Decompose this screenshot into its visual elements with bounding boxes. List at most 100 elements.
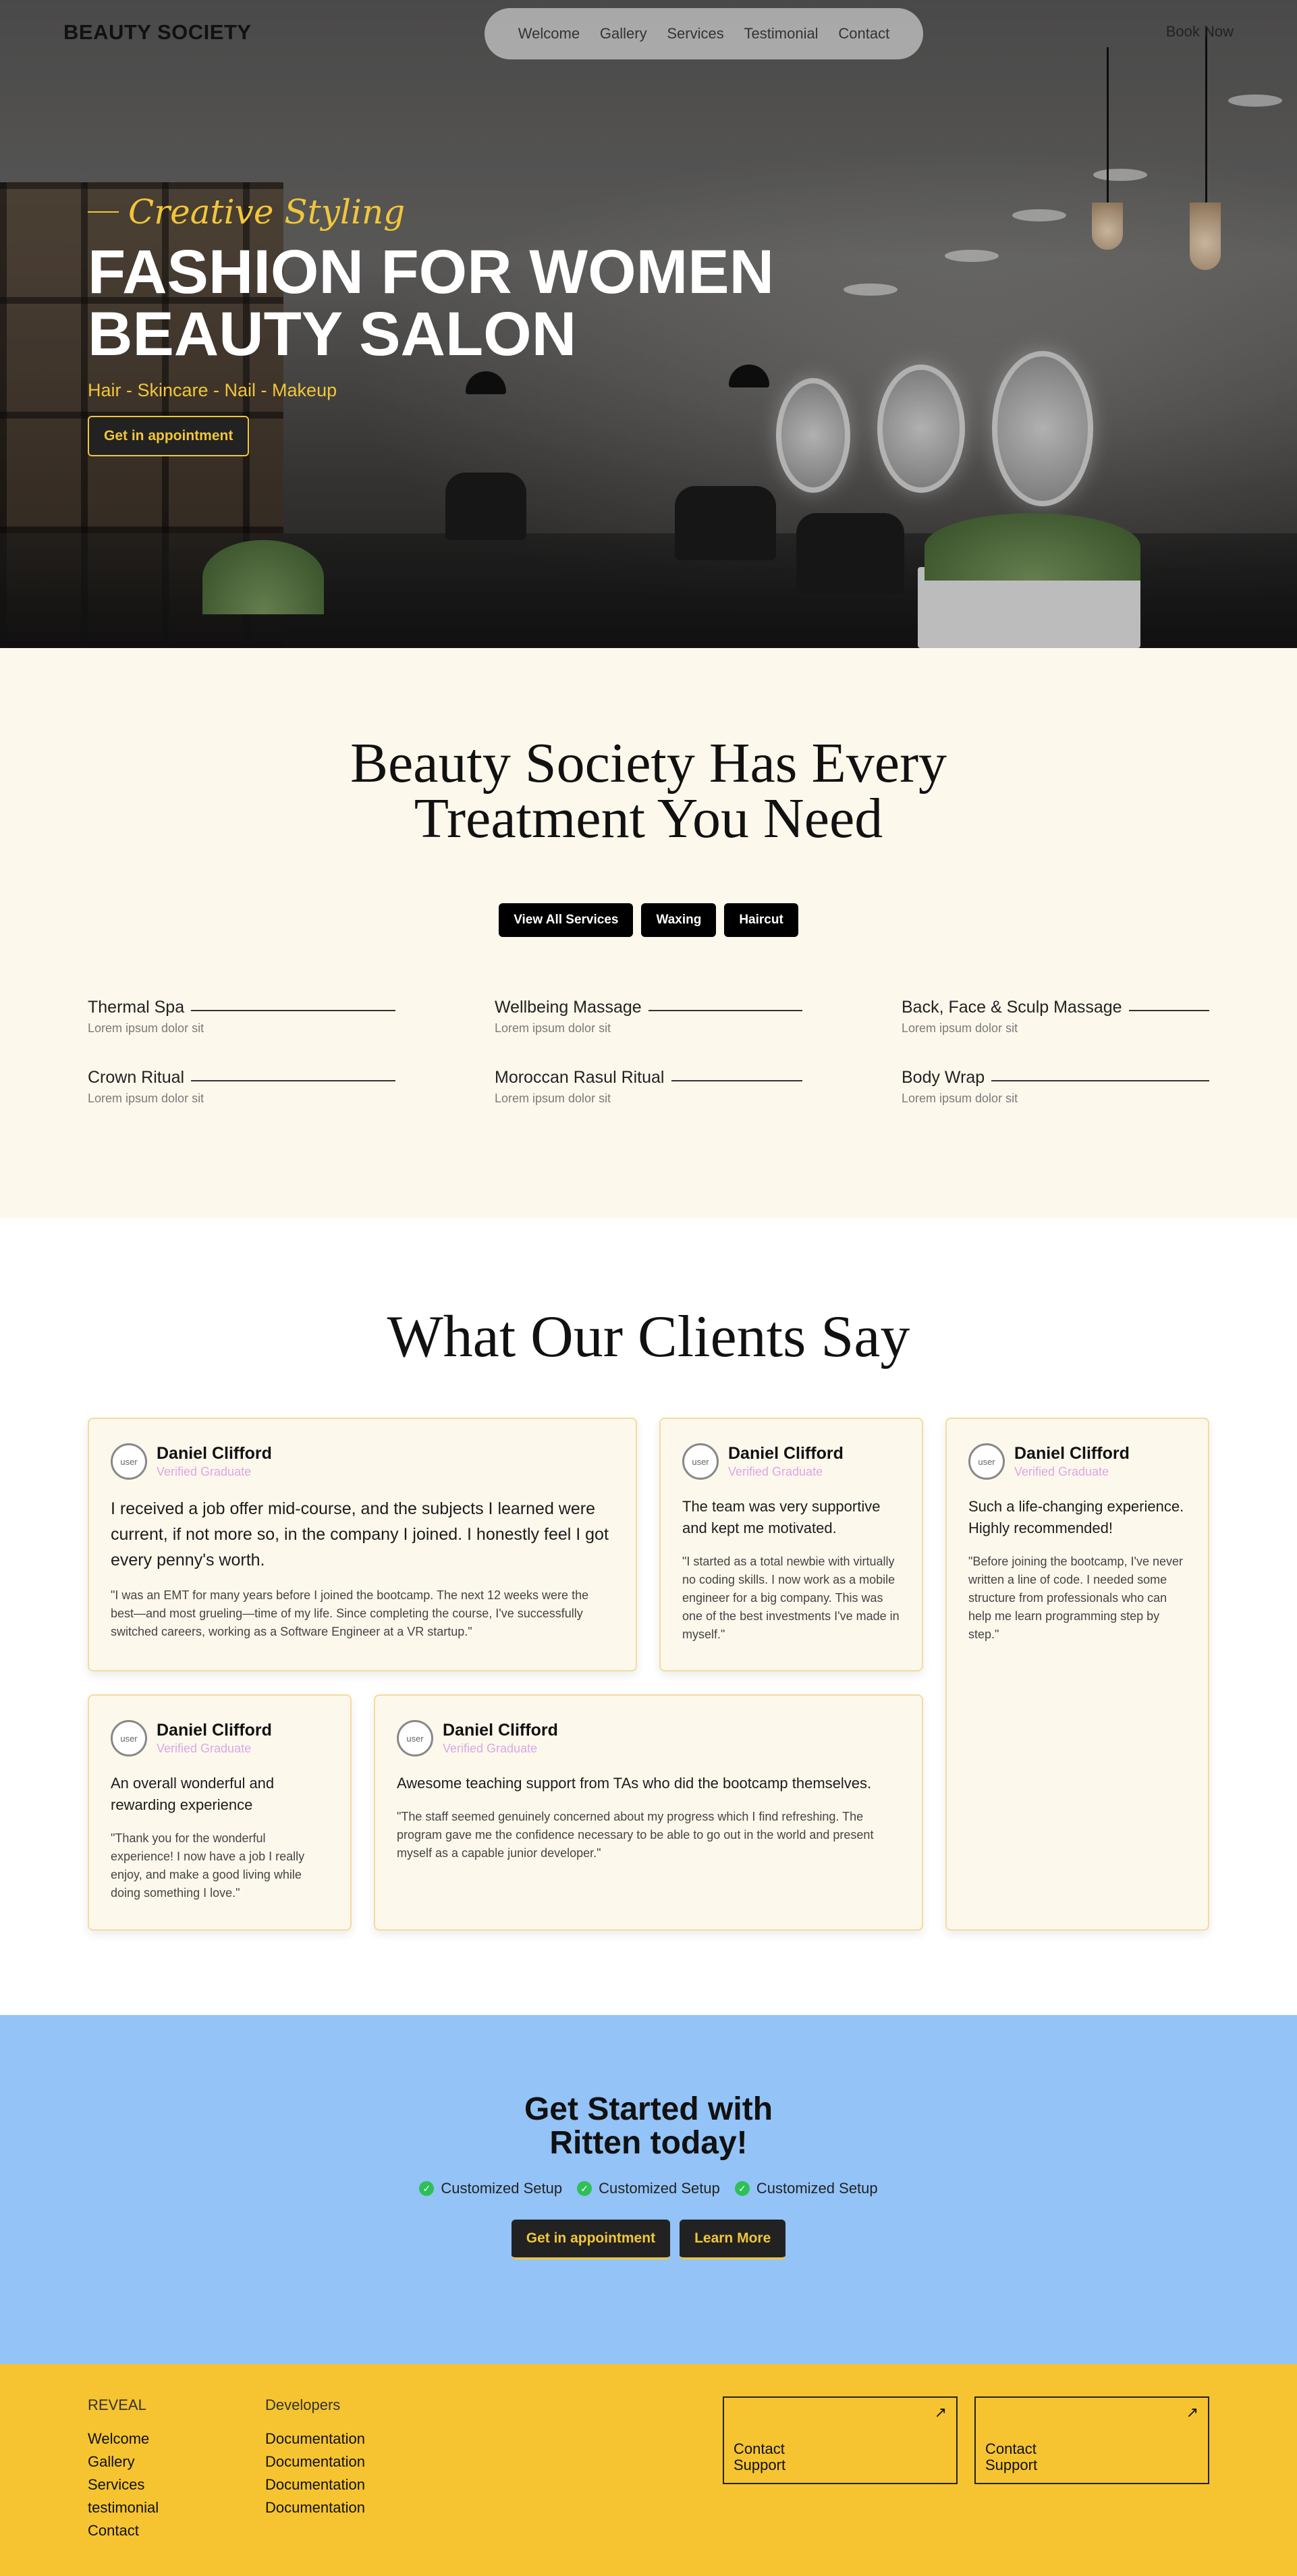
arrow-up-right-icon: ↗ bbox=[1186, 2405, 1198, 2421]
top-nav: BEAUTY SOCIETY Welcome Gallery Services … bbox=[0, 0, 1297, 68]
nav-link-welcome[interactable]: Welcome bbox=[518, 25, 580, 43]
service-name: Back, Face & Sculp Massage bbox=[902, 998, 1122, 1017]
services-heading: Beauty Society Has Every Treatment You N… bbox=[0, 732, 1297, 850]
nav-menu: Welcome Gallery Services Testimonial Con… bbox=[485, 8, 923, 59]
hero-subtitle: Hair - Skincare - Nail - Makeup bbox=[88, 380, 337, 400]
brand-logo[interactable]: BEAUTY SOCIETY bbox=[63, 20, 252, 45]
testimonials-heading: What Our Clients Say bbox=[387, 1304, 910, 1370]
service-name: Moroccan Rasul Ritual bbox=[495, 1068, 665, 1087]
service-divider bbox=[191, 1079, 395, 1081]
author-role: Verified Graduate bbox=[728, 1465, 823, 1478]
testimonial-text: "I was an EMT for many years before I jo… bbox=[111, 1588, 589, 1638]
feature-label: Customized Setup bbox=[756, 2180, 878, 2197]
footer-link-gallery[interactable]: Gallery bbox=[88, 2450, 159, 2473]
service-divider bbox=[648, 1009, 802, 1011]
contact-support-line2: Support bbox=[734, 2457, 786, 2473]
cta-heading-line2: Ritten today! bbox=[549, 2125, 748, 2161]
contact-support-line1: Contact bbox=[734, 2440, 785, 2457]
contact-support-label: Contact Support bbox=[734, 2441, 785, 2473]
service-item: Body Wrap Lorem ipsum dolor sit bbox=[902, 1068, 1209, 1106]
hero-title-line1: FASHION FOR WOMEN bbox=[88, 238, 775, 306]
service-name: Body Wrap bbox=[902, 1068, 985, 1087]
service-desc: Lorem ipsum dolor sit bbox=[495, 1021, 611, 1035]
nav-link-testimonial[interactable]: Testimonial bbox=[744, 25, 819, 43]
testimonial-headline: An overall wonderful and rewarding exper… bbox=[111, 1775, 275, 1813]
footer-link-documentation[interactable]: Documentation bbox=[265, 2496, 365, 2519]
check-icon: ✓ bbox=[734, 2181, 750, 2196]
tab-haircut[interactable]: Haircut bbox=[724, 903, 798, 937]
nav-link-gallery[interactable]: Gallery bbox=[600, 25, 647, 43]
hero-appointment-button[interactable]: Get in appointment bbox=[88, 416, 250, 456]
service-item: Thermal Spa Lorem ipsum dolor sit bbox=[88, 998, 395, 1036]
footer-col-developers: Developers Documentation Documentation D… bbox=[265, 2396, 365, 2519]
service-name: Wellbeing Massage bbox=[495, 998, 642, 1017]
footer-col-heading: Developers bbox=[265, 2396, 341, 2413]
author-role: Verified Graduate bbox=[157, 1742, 252, 1755]
nav-link-services[interactable]: Services bbox=[667, 25, 723, 43]
service-divider bbox=[671, 1079, 802, 1081]
avatar: user bbox=[682, 1443, 719, 1480]
hero-title: FASHION FOR WOMEN BEAUTY SALON bbox=[88, 241, 774, 365]
feature-item: ✓ Customized Setup bbox=[419, 2180, 562, 2197]
testimonial-text: "I started as a total newbie with virtua… bbox=[682, 1555, 900, 1641]
cta-buttons: Get in appointment Learn More bbox=[0, 2220, 1297, 2259]
cta-appointment-button[interactable]: Get in appointment bbox=[511, 2220, 671, 2259]
testimonials-section: What Our Clients Say user Daniel Cliffor… bbox=[0, 1218, 1297, 2015]
footer-link-documentation[interactable]: Documentation bbox=[265, 2427, 365, 2450]
author-role: Verified Graduate bbox=[1014, 1465, 1109, 1478]
testimonial-card: user Daniel Clifford Verified Graduate S… bbox=[945, 1418, 1209, 1931]
learn-more-button[interactable]: Learn More bbox=[680, 2220, 786, 2259]
hero-section: BEAUTY SOCIETY Welcome Gallery Services … bbox=[0, 0, 1297, 648]
footer-link-documentation[interactable]: Documentation bbox=[265, 2450, 365, 2473]
services-tabs: View All Services Waxing Haircut bbox=[0, 903, 1297, 937]
feature-label: Customized Setup bbox=[441, 2180, 563, 2197]
nav-link-contact[interactable]: Contact bbox=[838, 25, 889, 43]
cta-heading: Get Started with Ritten today! bbox=[0, 2093, 1297, 2160]
services-list: Thermal Spa Lorem ipsum dolor sit Wellbe… bbox=[88, 998, 1209, 1106]
service-desc: Lorem ipsum dolor sit bbox=[88, 1021, 204, 1035]
author-name: Daniel Clifford bbox=[157, 1444, 272, 1463]
service-name: Thermal Spa bbox=[88, 998, 185, 1017]
service-divider bbox=[191, 1009, 395, 1011]
tab-view-all-services[interactable]: View All Services bbox=[499, 903, 634, 937]
contact-support-card[interactable]: ↗ Contact Support bbox=[723, 2396, 958, 2484]
services-heading-line1: Beauty Society Has Every bbox=[350, 732, 947, 795]
testimonial-card: user Daniel Clifford Verified Graduate I… bbox=[88, 1418, 637, 1671]
contact-support-label: Contact Support bbox=[985, 2441, 1037, 2473]
avatar: user bbox=[111, 1720, 147, 1756]
footer-link-welcome[interactable]: Welcome bbox=[88, 2427, 159, 2450]
footer-link-testimonial[interactable]: testimonial bbox=[88, 2496, 159, 2519]
avatar: user bbox=[968, 1443, 1005, 1480]
testimonial-text: "The staff seemed genuinely concerned ab… bbox=[397, 1810, 874, 1860]
contact-support-card[interactable]: ↗ Contact Support bbox=[974, 2396, 1209, 2484]
testimonial-card: user Daniel Clifford Verified Graduate A… bbox=[374, 1694, 923, 1931]
author-name: Daniel Clifford bbox=[728, 1444, 844, 1463]
service-divider bbox=[991, 1079, 1209, 1081]
book-now-link[interactable]: Book Now bbox=[1166, 23, 1234, 41]
author-name: Daniel Clifford bbox=[443, 1721, 558, 1740]
testimonial-card: user Daniel Clifford Verified Graduate T… bbox=[659, 1418, 923, 1671]
feature-item: ✓ Customized Setup bbox=[577, 2180, 720, 2197]
services-section: Beauty Society Has Every Treatment You N… bbox=[0, 648, 1297, 1218]
testimonial-headline: I received a job offer mid-course, and t… bbox=[111, 1499, 609, 1569]
author-role: Verified Graduate bbox=[443, 1742, 538, 1755]
footer-link-documentation[interactable]: Documentation bbox=[265, 2473, 365, 2496]
footer: REVEAL Welcome Gallery Services testimon… bbox=[0, 2364, 1297, 2576]
footer-link-contact[interactable]: Contact bbox=[88, 2519, 159, 2542]
hero-title-line2: BEAUTY SALON bbox=[88, 300, 577, 369]
tab-waxing[interactable]: Waxing bbox=[641, 903, 717, 937]
hero-tagline: Creative Styling bbox=[88, 192, 774, 232]
service-desc: Lorem ipsum dolor sit bbox=[88, 1092, 204, 1105]
feature-label: Customized Setup bbox=[599, 2180, 720, 2197]
footer-link-services[interactable]: Services bbox=[88, 2473, 159, 2496]
service-item: Crown Ritual Lorem ipsum dolor sit bbox=[88, 1068, 395, 1106]
services-heading-line2: Treatment You Need bbox=[414, 787, 883, 850]
service-item: Back, Face & Sculp Massage Lorem ipsum d… bbox=[902, 998, 1209, 1036]
author-role: Verified Graduate bbox=[157, 1465, 252, 1478]
avatar: user bbox=[111, 1443, 147, 1480]
service-divider bbox=[1128, 1009, 1209, 1011]
testimonial-text: "Thank you for the wonderful experience!… bbox=[111, 1831, 305, 1900]
author-name: Daniel Clifford bbox=[1014, 1444, 1130, 1463]
contact-support-line1: Contact bbox=[985, 2440, 1037, 2457]
avatar: user bbox=[397, 1720, 433, 1756]
